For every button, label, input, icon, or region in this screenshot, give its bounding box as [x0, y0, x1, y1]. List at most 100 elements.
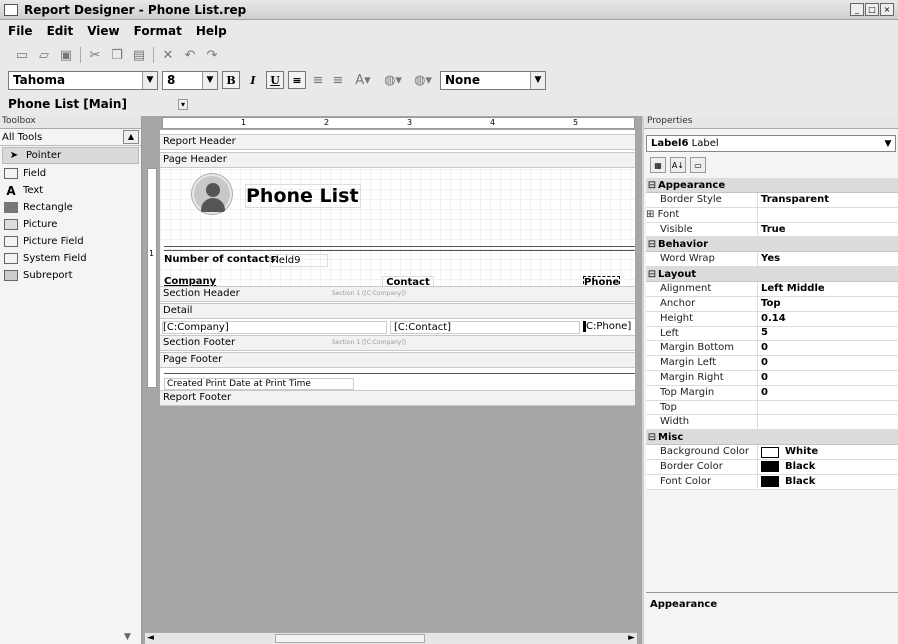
paste-icon[interactable]: ▤ — [131, 47, 147, 63]
property-category[interactable]: ⊟ Misc — [646, 430, 898, 446]
property-row[interactable]: Border Style Transparent — [646, 193, 898, 208]
expand-icon[interactable]: ⊞ — [646, 209, 654, 220]
band-page-footer[interactable]: Page Footer — [160, 352, 635, 368]
fill-color-icon[interactable]: ◍▾ — [380, 72, 406, 88]
property-value[interactable]: Black — [758, 460, 898, 474]
save-icon[interactable]: ▣ — [58, 47, 74, 63]
undo-icon[interactable]: ↶ — [182, 47, 198, 63]
chevron-left-icon[interactable]: ◄ — [147, 633, 154, 643]
report-selector-value[interactable]: Phone List [Main] — [8, 97, 178, 111]
band-section-header[interactable]: Section Header Section 1 ([C:Company]) — [160, 286, 635, 302]
property-value[interactable] — [758, 415, 898, 429]
open-icon[interactable]: ▱ — [36, 47, 52, 63]
contacts-label[interactable]: Number of contacts: — [164, 254, 279, 265]
chevron-down-icon[interactable]: ▼ — [124, 632, 131, 642]
cut-icon[interactable]: ✂ — [87, 47, 103, 63]
property-category[interactable]: ⊟ Behavior — [646, 237, 898, 253]
design-surface[interactable]: 1 2 3 4 5 1 Report Header Page Header Ph… — [142, 116, 642, 644]
property-value[interactable]: Yes — [758, 252, 898, 266]
categorized-icon[interactable]: ▦ — [650, 157, 666, 173]
band-section-footer[interactable]: Section Footer Section 1 ([C:Company]) — [160, 335, 635, 351]
font-name-select[interactable]: Tahoma ▼ — [8, 70, 158, 90]
align-center-icon[interactable]: ≡ — [310, 72, 326, 88]
tool-subreport[interactable]: Subreport — [0, 267, 141, 284]
tool-picture[interactable]: Picture — [0, 216, 141, 233]
sort-alphabetical-icon[interactable]: A↓ — [670, 157, 686, 173]
font-size-select[interactable]: 8 ▼ — [162, 70, 218, 90]
border-style-select[interactable]: None ▼ — [440, 70, 546, 90]
align-left-icon[interactable]: ≡ — [288, 71, 306, 89]
tool-system-field[interactable]: System Field — [0, 250, 141, 267]
property-row[interactable]: Background Color White — [646, 445, 898, 460]
toolbox-category[interactable]: All Tools ▲ — [0, 129, 141, 146]
property-value[interactable] — [758, 401, 898, 415]
close-icon[interactable]: × — [880, 3, 894, 16]
chevron-down-icon[interactable]: ▾ — [178, 98, 189, 110]
detail-company-field[interactable]: [C:Company] — [162, 321, 387, 334]
property-row[interactable]: Width — [646, 415, 898, 431]
menu-file[interactable]: File — [0, 24, 39, 38]
property-row[interactable]: Alignment Left Middle — [646, 282, 898, 297]
menu-edit[interactable]: Edit — [39, 24, 80, 38]
menu-help[interactable]: Help — [188, 24, 233, 38]
property-value[interactable]: True — [758, 223, 898, 237]
property-value[interactable]: 0 — [758, 341, 898, 355]
property-value[interactable]: 0 — [758, 356, 898, 370]
horizontal-scrollbar[interactable]: ◄ ► — [145, 632, 637, 644]
property-value[interactable]: 0.14 — [758, 312, 898, 326]
logo-picture[interactable] — [192, 174, 232, 214]
chevron-up-icon[interactable]: ▲ — [123, 130, 139, 144]
collapse-icon[interactable]: ⊟ — [646, 180, 658, 191]
menu-view[interactable]: View — [79, 24, 125, 38]
collapse-icon[interactable]: ⊟ — [646, 269, 658, 280]
tool-rectangle[interactable]: Rectangle — [0, 199, 141, 216]
property-row[interactable]: Top — [646, 400, 898, 416]
tool-text[interactable]: A Text — [0, 182, 141, 199]
property-value[interactable]: Transparent — [758, 193, 898, 207]
font-color-icon[interactable]: A▾ — [350, 72, 376, 88]
property-row[interactable]: Anchor Top — [646, 296, 898, 312]
property-value[interactable]: Top — [758, 297, 898, 311]
band-report-footer[interactable]: Report Footer — [160, 390, 635, 406]
property-row[interactable]: Margin Right 0 — [646, 370, 898, 386]
band-page-header[interactable]: Page Header — [160, 152, 635, 168]
property-row[interactable]: Margin Left 0 — [646, 356, 898, 371]
detail-contact-field[interactable]: [C:Contact] — [390, 321, 580, 334]
property-row[interactable]: Height 0.14 — [646, 311, 898, 327]
tool-pointer[interactable]: ➤ Pointer — [2, 147, 139, 164]
property-value[interactable]: Black — [758, 475, 898, 489]
redo-icon[interactable]: ↷ — [204, 47, 220, 63]
underline-button[interactable]: U — [266, 71, 284, 89]
contacts-field[interactable]: Field9 — [270, 254, 328, 267]
property-value[interactable]: Left Middle — [758, 282, 898, 296]
bold-button[interactable]: B — [222, 71, 240, 89]
property-category[interactable]: ⊟ Appearance — [646, 178, 898, 193]
new-icon[interactable]: ▭ — [14, 47, 30, 63]
band-report-header[interactable]: Report Header — [160, 134, 635, 150]
property-row[interactable]: Left 5 — [646, 326, 898, 342]
collapse-icon[interactable]: ⊟ — [646, 432, 658, 443]
property-value[interactable]: 0 — [758, 371, 898, 385]
border-color-icon[interactable]: ◍▾ — [410, 72, 436, 88]
property-value[interactable]: White — [758, 445, 898, 459]
property-row[interactable]: ⊞ Font — [646, 207, 898, 223]
property-value[interactable]: 0 — [758, 386, 898, 400]
chevron-right-icon[interactable]: ► — [628, 633, 635, 643]
property-value[interactable]: 5 — [758, 327, 898, 341]
footer-created[interactable]: Created Print Date at Print Time — [164, 378, 354, 390]
tool-picture-field[interactable]: Picture Field — [0, 233, 141, 250]
property-category[interactable]: ⊟ Layout — [646, 267, 898, 283]
property-pages-icon[interactable]: ▭ — [690, 157, 706, 173]
detail-phone-field[interactable]: C:Phone] — [583, 321, 631, 332]
property-row[interactable]: Top Margin 0 — [646, 385, 898, 401]
collapse-icon[interactable]: ⊟ — [646, 239, 658, 250]
delete-icon[interactable]: ✕ — [160, 47, 176, 63]
italic-button[interactable]: I — [244, 71, 262, 89]
tool-field[interactable]: Field — [0, 165, 141, 182]
property-value[interactable] — [758, 208, 898, 222]
minimize-icon[interactable]: _ — [850, 3, 864, 16]
property-row[interactable]: Font Color Black — [646, 474, 898, 490]
property-row[interactable]: Border Color Black — [646, 459, 898, 475]
align-right-icon[interactable]: ≡ — [330, 72, 346, 88]
copy-icon[interactable]: ❐ — [109, 47, 125, 63]
